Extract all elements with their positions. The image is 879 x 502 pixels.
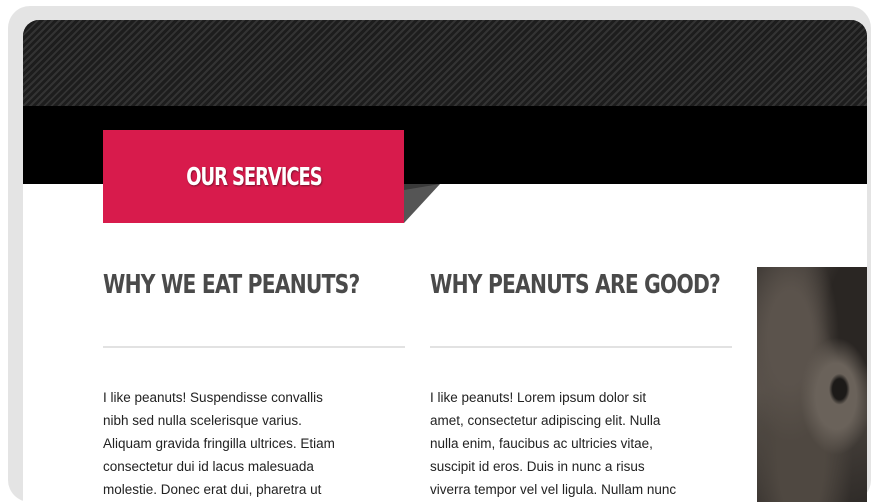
column-heading: WHY PEANUTS ARE GOOD? [430,270,721,300]
services-title: OUR SERVICES [185,162,322,191]
service-photo [757,267,867,502]
services-card: OUR SERVICES WHY WE EAT PEANUTS? I like … [23,20,867,502]
service-column-peanuts-eat: WHY WE EAT PEANUTS? I like peanuts! Susp… [103,260,405,497]
column-divider [430,346,732,348]
column-divider [103,346,405,348]
column-heading: WHY WE EAT PEANUTS? [103,270,360,300]
services-tab: OUR SERVICES [103,130,404,223]
fold-triangle-icon [404,184,440,223]
column-body-text: I like peanuts! Lorem ipsum dolor sit am… [430,390,677,497]
service-column-peanuts-good: WHY PEANUTS ARE GOOD? I like peanuts! Lo… [430,260,732,497]
header-pattern [23,20,867,106]
column-body-text: I like peanuts! Suspendisse convallis ni… [103,390,335,497]
